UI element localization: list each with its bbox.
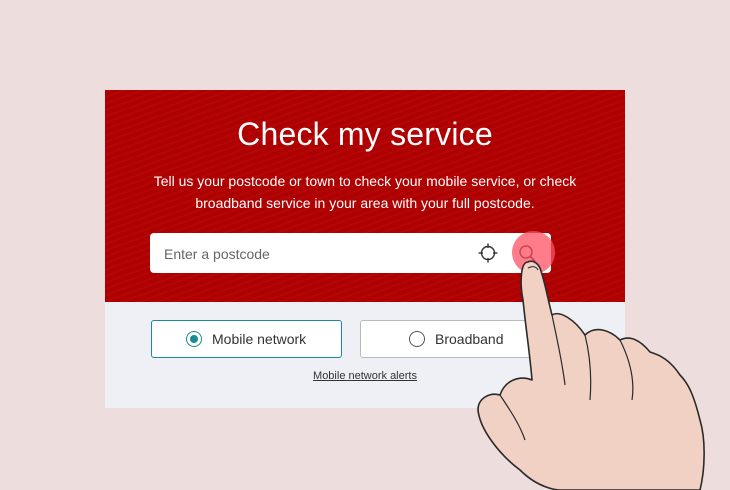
crosshair-icon[interactable] — [477, 242, 499, 264]
postcode-input[interactable] — [162, 241, 466, 267]
check-service-card: Check my service Tell us your postcode o… — [105, 90, 625, 408]
mobile-network-alerts-link[interactable]: Mobile network alerts — [105, 370, 625, 382]
mobile-network-label: Mobile network — [212, 331, 307, 347]
mobile-network-radio[interactable] — [186, 331, 202, 347]
mobile-network-option[interactable]: Mobile network — [151, 320, 342, 358]
tap-highlight — [512, 231, 555, 274]
page-description: Tell us your postcode or town to check y… — [153, 173, 577, 211]
broadband-label: Broadband — [435, 331, 504, 347]
broadband-option[interactable]: Broadband — [360, 320, 571, 358]
page-title: Check my service — [237, 116, 493, 152]
postcode-search-box — [150, 233, 551, 273]
hero-banner: Check my service Tell us your postcode o… — [105, 90, 625, 302]
broadband-radio[interactable] — [409, 331, 425, 347]
